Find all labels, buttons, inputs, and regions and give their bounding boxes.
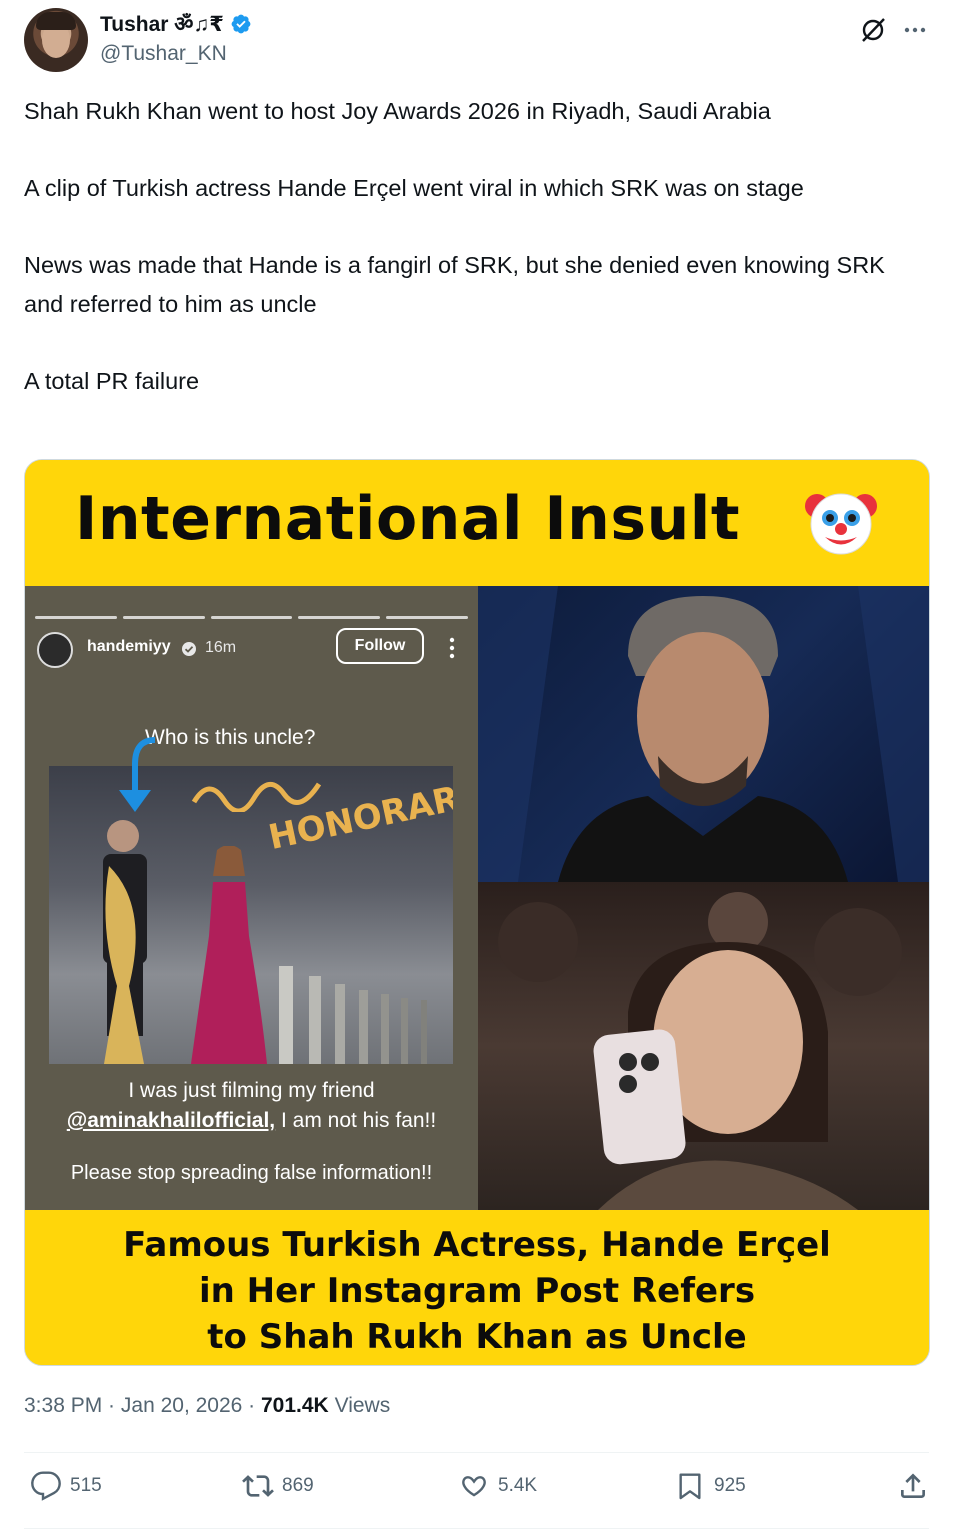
tweet-media-image[interactable]: International Insult handemiyy 16m Follo… bbox=[24, 459, 930, 1366]
tweet-text: Shah Rukh Khan went to host Joy Awards 2… bbox=[24, 92, 924, 400]
tweet-meta: 3:38 PM · Jan 20, 2026 · 701.4K Views bbox=[24, 1394, 390, 1418]
repost-count: 869 bbox=[282, 1475, 314, 1496]
divider bbox=[24, 1528, 929, 1529]
arabic-lettering bbox=[191, 782, 322, 812]
bookmark-count: 925 bbox=[714, 1475, 746, 1496]
views-label: Views bbox=[334, 1394, 391, 1417]
like-count: 5.4K bbox=[498, 1475, 538, 1496]
hande-filming-art bbox=[498, 892, 902, 1210]
tweet-paragraph: News was made that Hande is a fangirl of… bbox=[24, 252, 885, 317]
tweet-date[interactable]: Jan 20, 2026 bbox=[121, 1394, 242, 1417]
story-progress-bars bbox=[35, 616, 468, 619]
tweet-paragraph: A clip of Turkish actress Hande Erçel we… bbox=[24, 175, 804, 201]
meta-separator: · bbox=[242, 1394, 261, 1417]
media-footer-text: Famous Turkish Actress, Hande Erçel in H… bbox=[25, 1222, 929, 1360]
bookmark-button[interactable]: 925 bbox=[674, 1470, 746, 1502]
more-options-icon[interactable] bbox=[901, 16, 929, 44]
media-footer-line: Famous Turkish Actress, Hande Erçel bbox=[123, 1225, 831, 1265]
tweet-paragraph: A total PR failure bbox=[24, 367, 200, 394]
story-mention: @aminakhalilofficial, bbox=[66, 1109, 276, 1132]
story-follow-button: Follow bbox=[336, 628, 424, 664]
repost-button[interactable]: 869 bbox=[242, 1470, 314, 1502]
story-caption-line2: @aminakhalilofficial, I am not his fan!! bbox=[25, 1106, 478, 1136]
trophy bbox=[104, 866, 144, 1064]
share-button[interactable] bbox=[897, 1470, 929, 1502]
tweet-header: Tushar ॐ♫₹ @Tushar_KN bbox=[24, 8, 929, 74]
story-username: handemiyy bbox=[87, 638, 171, 655]
story-caption-line3: Please stop spreading false information!… bbox=[70, 1162, 433, 1184]
tweet-paragraph: Shah Rukh Khan went to host Joy Awards 2… bbox=[24, 98, 771, 124]
like-button[interactable]: 5.4K bbox=[458, 1470, 537, 1502]
media-headline-banner: International Insult bbox=[25, 460, 929, 586]
grok-icon[interactable] bbox=[859, 16, 887, 44]
story-avatar bbox=[37, 632, 73, 668]
srk-portrait-art bbox=[478, 586, 929, 882]
avatar-hair bbox=[36, 12, 76, 30]
reply-button[interactable]: 515 bbox=[30, 1470, 102, 1502]
story-verified-icon bbox=[182, 642, 196, 656]
author-name-row: Tushar ॐ♫₹ bbox=[100, 10, 252, 38]
divider bbox=[24, 1452, 929, 1453]
reply-icon bbox=[31, 1471, 61, 1501]
verified-badge-icon bbox=[231, 14, 251, 34]
instagram-story-panel: handemiyy 16m Follow Who is this uncle? … bbox=[25, 586, 478, 1210]
tweet-time[interactable]: 3:38 PM bbox=[24, 1394, 102, 1417]
story-caption-line2-rest: I am not his fan!! bbox=[275, 1109, 437, 1132]
repost-icon bbox=[242, 1475, 274, 1497]
media-footer-banner: Famous Turkish Actress, Hande Erçel in H… bbox=[25, 1210, 929, 1365]
story-caption-line1: I was just filming my friend bbox=[128, 1079, 375, 1102]
story-caption: I was just filming my friend @aminakhali… bbox=[25, 1076, 478, 1136]
stage-pillars bbox=[279, 966, 427, 1064]
meta-separator: · bbox=[102, 1394, 121, 1417]
bookmark-icon bbox=[679, 1473, 701, 1500]
tweet-actions-bar: 515 869 5.4K 925 bbox=[24, 1470, 929, 1514]
srk-portrait bbox=[478, 586, 929, 882]
down-arrow-icon bbox=[119, 737, 156, 812]
story-more-icon bbox=[449, 637, 455, 659]
share-icon bbox=[901, 1473, 925, 1498]
media-footer-line: in Her Instagram Post Refers bbox=[198, 1271, 756, 1311]
heart-icon bbox=[462, 1476, 486, 1497]
author-avatar[interactable] bbox=[24, 8, 88, 72]
clown-face-icon bbox=[805, 493, 877, 555]
author-handle[interactable]: @Tushar_KN bbox=[100, 42, 227, 66]
hande-filming-photo bbox=[478, 882, 929, 1210]
media-headline: International Insult bbox=[75, 484, 741, 554]
reply-count: 515 bbox=[70, 1475, 102, 1496]
woman-in-dress bbox=[191, 846, 267, 1064]
author-name[interactable]: Tushar ॐ♫₹ bbox=[100, 10, 224, 38]
views-count: 701.4K bbox=[261, 1394, 329, 1417]
story-question-text: Who is this uncle? bbox=[145, 726, 316, 749]
story-time: 16m bbox=[205, 639, 237, 656]
media-footer-line: to Shah Rukh Khan as Uncle bbox=[207, 1317, 747, 1357]
